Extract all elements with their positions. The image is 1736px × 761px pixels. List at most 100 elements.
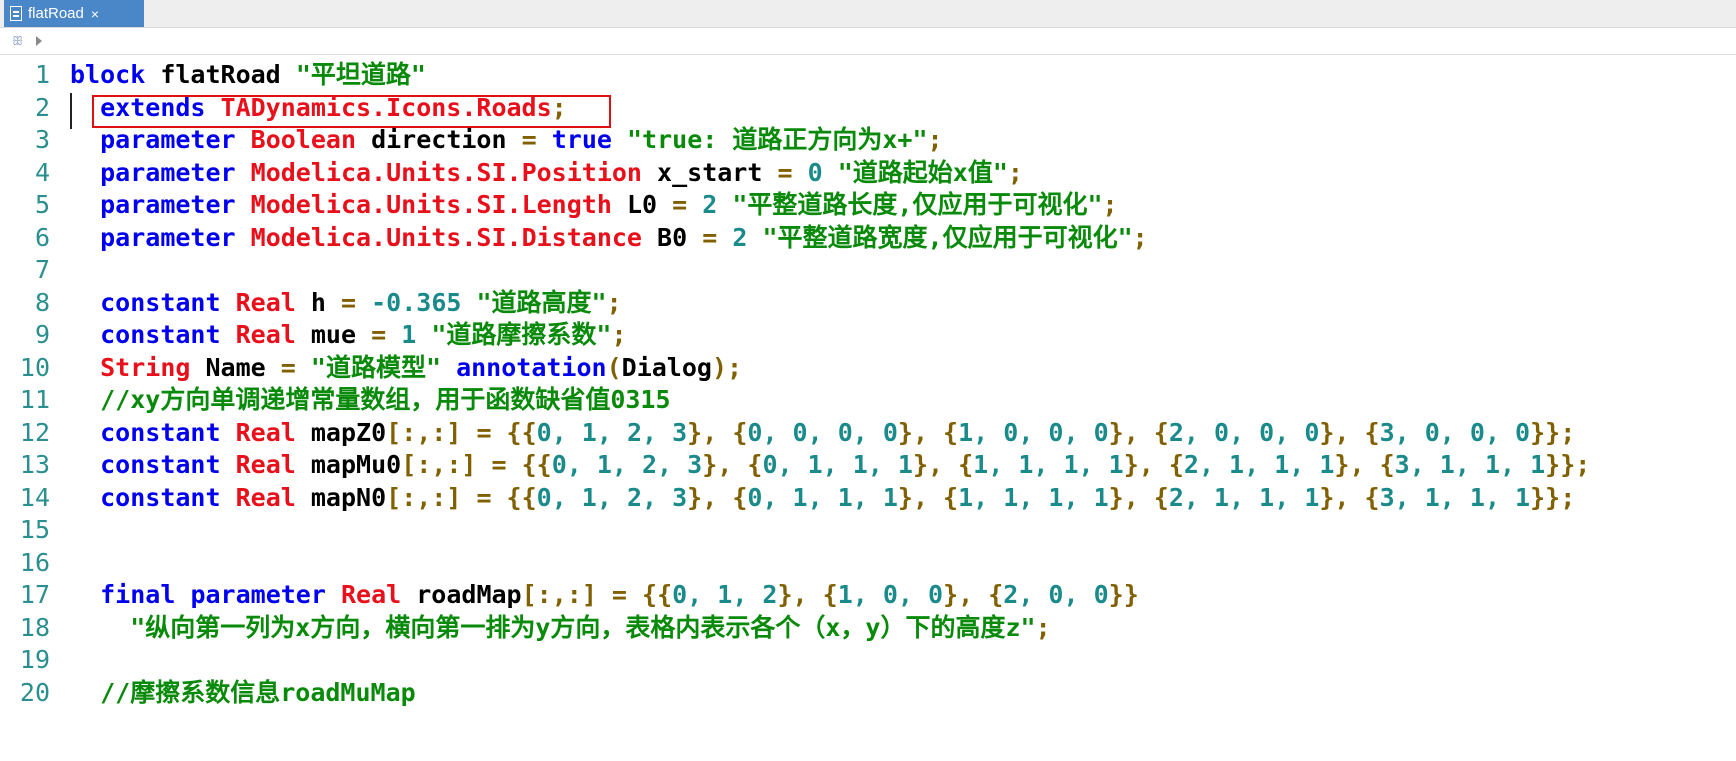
identifier: mapN0 (310, 482, 387, 512)
close-icon[interactable]: × (91, 7, 99, 21)
identifier: mapZ0 (310, 417, 387, 447)
operator: }} (1108, 580, 1139, 609)
line-number: 11 (19, 385, 50, 414)
document-icon (10, 6, 22, 21)
line-number: 7 (34, 255, 50, 284)
operator: }, { (943, 580, 1004, 609)
number-literal: 0, 0, 0, 0 (747, 417, 898, 447)
identifier: x_start (657, 157, 763, 187)
code-line-6[interactable]: parameter Modelica.Units.SI.Distance B0 … (70, 220, 1148, 256)
code-line-2[interactable]: extends TADynamics.Icons.Roads; (70, 90, 567, 126)
code-line-5[interactable]: parameter Modelica.Units.SI.Length L0 = … (70, 187, 1117, 223)
code-line-11[interactable]: //xy方向单调递增常量数组，用于函数缺省值0315 (70, 382, 671, 418)
type-name: Boolean (250, 125, 356, 154)
code-line-9[interactable]: constant Real mue = 1 "道路摩擦系数"; (70, 317, 626, 353)
keyword: true (551, 125, 612, 154)
operator: = (521, 125, 537, 154)
operator: }}; (1530, 482, 1576, 512)
operator: ; (1132, 222, 1148, 252)
line-number: 3 (34, 125, 50, 154)
code-line-18[interactable]: "纵向第一列为x方向，横向第一排为y方向，表格内表示各个（x，y）下的高度z"; (70, 610, 1050, 646)
operator: }, { (897, 417, 959, 447)
chevron-right-icon[interactable] (36, 36, 42, 46)
keyword: constant (100, 482, 221, 512)
code-line-8[interactable]: constant Real h = -0.365 "道路高度"; (70, 285, 622, 321)
code-line-4[interactable]: parameter Modelica.Units.SI.Position x_s… (70, 155, 1023, 191)
operator: }}; (1530, 417, 1576, 447)
comment: //xy方向单调递增常量数组，用于函数缺省值0315 (100, 385, 671, 414)
type-name: Modelica.Units.SI.Distance (250, 222, 642, 252)
tab-flatroad[interactable]: flatRoad × (4, 0, 144, 27)
operator: = (702, 222, 718, 252)
number-literal: 0, 1, 2, 3 (551, 450, 703, 479)
type-name: Real (235, 287, 296, 317)
string-literal: "平整道路长度,仅应用于可视化" (732, 190, 1103, 219)
code-line-14[interactable]: constant Real mapN0[:,:] = {{0, 1, 2, 3}… (70, 480, 1575, 516)
operator: }, { (1319, 482, 1380, 512)
operator: }, { (897, 482, 959, 512)
identifier: h (310, 287, 326, 317)
line-number: 18 (19, 612, 50, 642)
operator: }}; (1545, 450, 1591, 479)
number-literal: -0.365 (371, 287, 462, 317)
code-line-1[interactable]: block flatRoad "平坦道路" (70, 57, 426, 93)
number-literal: 0, 1, 1, 1 (747, 482, 898, 512)
identifier: flatRoad (160, 60, 281, 89)
number-literal: 0, 1, 2 (672, 580, 778, 609)
keyword: parameter (190, 580, 326, 609)
operator: [:,:] = {{ (521, 580, 673, 609)
comment: //摩擦系数信息roadMuMap (100, 677, 416, 707)
string-literal: "平整道路宽度,仅应用于可视化" (762, 222, 1133, 252)
code-line-20[interactable]: //摩擦系数信息roadMuMap (70, 675, 416, 711)
line-number: 10 (19, 352, 50, 382)
operator: }, { (777, 580, 838, 609)
keyword: annotation (456, 352, 607, 382)
operator: ; (1007, 157, 1023, 187)
model-hierarchy-icon[interactable]: ꕥ (12, 34, 23, 49)
type-name: Modelica.Units.SI.Position (250, 157, 642, 187)
number-literal: 0, 1, 2, 3 (536, 417, 688, 447)
code-line-12[interactable]: constant Real mapZ0[:,:] = {{0, 1, 2, 3}… (70, 415, 1575, 451)
type-name: Real (235, 450, 296, 479)
operator: }, { (1108, 482, 1169, 512)
identifier: Name (205, 352, 266, 382)
string-literal: "true: 道路正方向为x+" (627, 125, 928, 154)
number-literal: 3, 1, 1, 1 (1379, 482, 1531, 512)
code-line-10[interactable]: String Name = "道路模型" annotation(Dialog); (70, 350, 742, 386)
number-literal: 0, 1, 2, 3 (536, 482, 688, 512)
code-editor[interactable]: 1 2 3 4 5 6 7 8 9 10 11 12 13 14 15 16 1… (0, 57, 1736, 761)
line-number: 6 (34, 222, 50, 252)
number-literal: 3, 1, 1, 1 (1394, 450, 1546, 479)
code-line-17[interactable]: final parameter Real roadMap[:,:] = {{0,… (70, 577, 1139, 613)
type-name: Modelica.Units.SI.Length (250, 190, 612, 219)
line-number: 13 (19, 450, 50, 479)
code-line-3[interactable]: parameter Boolean direction = true "true… (70, 122, 942, 158)
operator: ; (551, 92, 567, 122)
number-literal: 1, 0, 0 (837, 580, 944, 609)
code-line-13[interactable]: constant Real mapMu0[:,:] = {{0, 1, 2, 3… (70, 447, 1590, 483)
number-literal: 2 (702, 190, 718, 219)
